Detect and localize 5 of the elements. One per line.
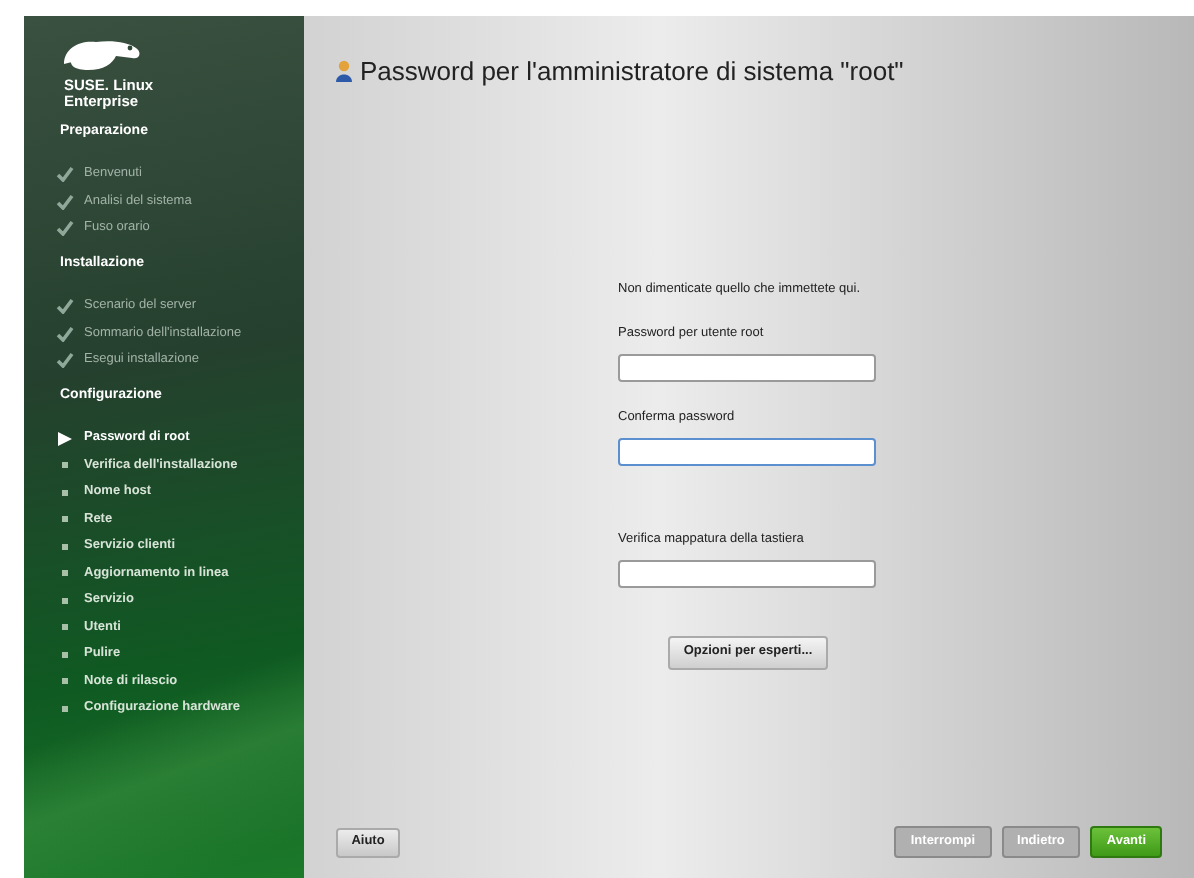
password-field[interactable]: [618, 437, 876, 466]
user-icon: [336, 60, 352, 83]
password-field[interactable]: [618, 559, 876, 587]
page-title: Password per l'amministratore di sistema "root": [360, 54, 904, 90]
password-field[interactable]: [618, 354, 876, 382]
